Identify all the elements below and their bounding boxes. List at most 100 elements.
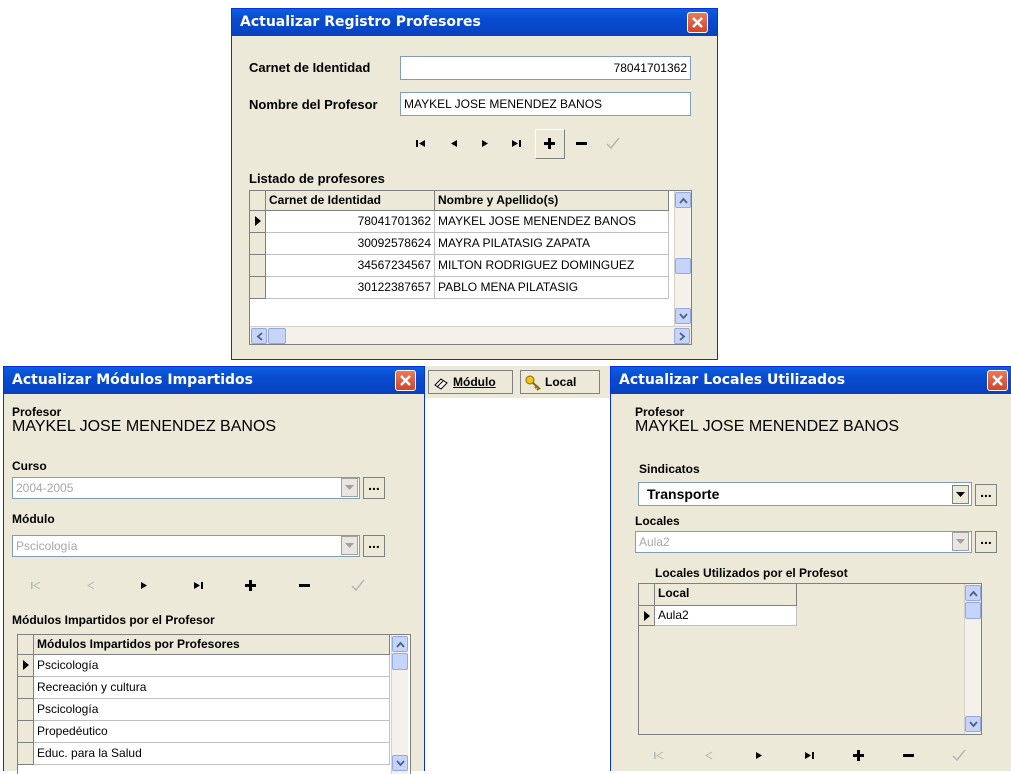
delete-record-button[interactable] — [897, 745, 923, 767]
list-item[interactable]: Aula2 — [655, 606, 797, 626]
post-record-button[interactable] — [346, 575, 372, 597]
table-row-cell[interactable]: 78041701362 — [266, 211, 435, 233]
first-record-button[interactable] — [24, 575, 50, 597]
prior-record-button[interactable] — [697, 745, 723, 767]
next-record-button[interactable] — [473, 133, 499, 155]
row-indicator[interactable] — [639, 606, 655, 626]
table-row-cell[interactable]: MAYKEL JOSE MENENDEZ BANOS — [435, 211, 669, 233]
column-header-modulos[interactable]: Módulos Impartidos por Profesores — [34, 635, 390, 655]
grid-indicator-header — [639, 584, 655, 606]
scroll-up-button[interactable] — [965, 585, 981, 601]
grid-horizontal-scrollbar[interactable] — [250, 326, 691, 344]
scroll-thumb[interactable] — [675, 258, 691, 274]
first-record-button[interactable] — [409, 133, 435, 155]
delete-record-button[interactable] — [570, 133, 596, 155]
local-button[interactable]: Local — [520, 370, 600, 394]
registro-titlebar[interactable]: Actualizar Registro Profesores — [232, 9, 717, 36]
row-indicator[interactable] — [250, 255, 266, 277]
prior-record-icon — [451, 140, 457, 147]
table-row-cell[interactable]: 30122387657 — [266, 277, 435, 299]
list-item[interactable]: Educ. para la Salud — [34, 743, 390, 765]
row-indicator[interactable] — [18, 677, 34, 699]
curso-dropdown-button[interactable] — [341, 478, 358, 497]
table-row-cell[interactable]: MILTON RODRIGUEZ DOMINGUEZ — [435, 255, 669, 277]
profesores-grid[interactable]: Carnet de Identidad Nombre y Apellido(s)… — [249, 190, 692, 345]
grid-vertical-scrollbar[interactable] — [964, 584, 981, 734]
table-row-cell[interactable]: PABLO MENA PILATASIG — [435, 277, 669, 299]
locales-lookup-button[interactable]: ... — [975, 531, 997, 553]
row-indicator[interactable] — [250, 277, 266, 299]
locales-dropdown-button[interactable] — [952, 532, 969, 551]
modulos-titlebar[interactable]: Actualizar Módulos Impartidos — [4, 367, 424, 394]
post-record-button[interactable] — [601, 133, 627, 155]
scroll-down-button[interactable] — [675, 308, 691, 324]
sindicatos-select[interactable]: Transporte — [638, 482, 972, 506]
scroll-up-button[interactable] — [675, 192, 691, 208]
row-indicator[interactable] — [18, 699, 34, 721]
scroll-down-button[interactable] — [392, 755, 408, 771]
list-item[interactable]: Propedéutico — [34, 721, 390, 743]
scroll-left-button[interactable] — [251, 328, 267, 344]
last-record-button[interactable] — [504, 133, 530, 155]
row-indicator[interactable] — [18, 721, 34, 743]
locales-select[interactable]: Aula2 — [635, 531, 972, 553]
horizontal-scroll-thumb[interactable] — [268, 328, 286, 344]
prior-record-button[interactable] — [79, 575, 105, 597]
locales-titlebar[interactable]: Actualizar Locales Utilizados — [611, 367, 1011, 394]
row-indicator[interactable] — [18, 655, 34, 677]
chevron-up-icon — [679, 197, 688, 204]
curso-select[interactable]: 2004-2005 — [12, 477, 360, 499]
last-record-button[interactable] — [797, 745, 823, 767]
next-record-icon — [482, 140, 488, 147]
locales-grid[interactable]: Local Aula2 — [638, 583, 982, 735]
scroll-down-button[interactable] — [965, 716, 981, 732]
carnet-input[interactable]: 78041701362 — [400, 56, 691, 80]
post-icon — [606, 137, 620, 150]
row-indicator[interactable] — [250, 233, 266, 255]
registro-close-button[interactable] — [687, 12, 708, 33]
insert-record-button[interactable] — [239, 575, 265, 597]
list-item[interactable]: Pscicología — [34, 699, 390, 721]
next-record-button[interactable] — [747, 745, 773, 767]
table-row-cell[interactable]: MAYRA PILATASIG ZAPATA — [435, 233, 669, 255]
modulo-lookup-button[interactable]: ... — [363, 535, 385, 557]
sindicatos-lookup-button[interactable]: ... — [975, 484, 997, 506]
modulos-grid[interactable]: Módulos Impartidos por Profesores Pscico… — [17, 634, 411, 774]
table-row-cell[interactable]: 30092578624 — [266, 233, 435, 255]
chevron-down-icon — [396, 760, 405, 767]
list-item[interactable]: Pscicología — [34, 655, 390, 677]
first-record-button[interactable] — [647, 745, 673, 767]
scroll-right-button[interactable] — [674, 328, 690, 344]
post-record-button[interactable] — [947, 745, 973, 767]
nombre-label: Nombre del Profesor — [249, 97, 378, 112]
next-record-button[interactable] — [132, 575, 158, 597]
row-indicator[interactable] — [250, 211, 266, 233]
grid-vertical-scrollbar[interactable] — [674, 191, 691, 326]
nombre-input[interactable]: MAYKEL JOSE MENENDEZ BANOS — [400, 92, 691, 116]
scroll-up-button[interactable] — [392, 636, 408, 652]
last-record-button[interactable] — [186, 575, 212, 597]
scroll-thumb[interactable] — [392, 653, 408, 670]
insert-record-button[interactable] — [535, 129, 565, 159]
column-header-local[interactable]: Local — [655, 584, 797, 606]
row-indicator[interactable] — [18, 743, 34, 765]
column-header-carnet[interactable]: Carnet de Identidad — [266, 191, 435, 211]
modulo-button[interactable]: Módulo — [428, 370, 513, 394]
table-row-cell[interactable]: 34567234567 — [266, 255, 435, 277]
insert-icon — [853, 750, 864, 761]
sindicatos-dropdown-button[interactable] — [952, 485, 969, 504]
modulos-close-button[interactable] — [395, 370, 416, 391]
next-record-icon — [141, 582, 147, 589]
locales-close-button[interactable] — [987, 370, 1008, 391]
prior-record-button[interactable] — [442, 133, 468, 155]
delete-record-button[interactable] — [293, 575, 319, 597]
modulo-select[interactable]: Pscicología — [12, 535, 360, 557]
column-header-nombre[interactable]: Nombre y Apellido(s) — [435, 191, 669, 211]
modulo-dropdown-button[interactable] — [341, 536, 358, 555]
list-item[interactable]: Recreación y cultura — [34, 677, 390, 699]
grid-vertical-scrollbar[interactable] — [391, 635, 408, 774]
curso-lookup-button[interactable]: ... — [363, 477, 385, 499]
scroll-thumb[interactable] — [965, 602, 981, 619]
insert-record-button[interactable] — [847, 745, 873, 767]
modulo-button-label: Módulo — [453, 375, 496, 389]
